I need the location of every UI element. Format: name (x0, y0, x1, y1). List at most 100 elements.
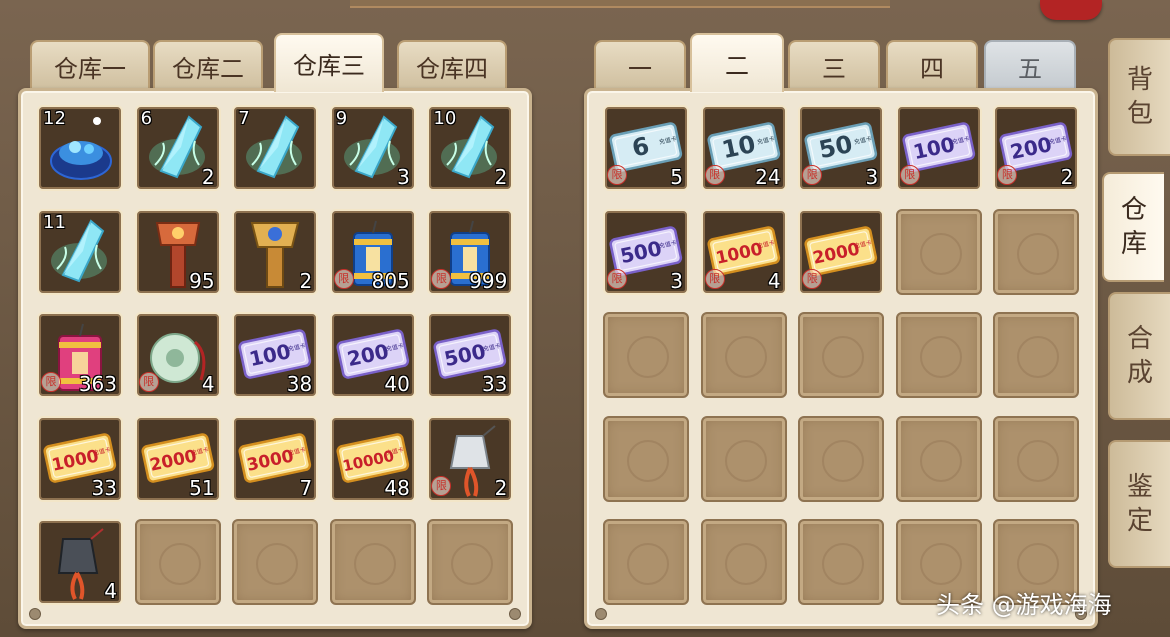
item-quantity: 33 (91, 475, 117, 500)
item-quantity: 95 (189, 268, 215, 293)
inventory-slot[interactable]: 12 (37, 105, 123, 191)
tab-page-2[interactable]: 二 (690, 33, 784, 92)
inventory-slot[interactable]: 100 充值卡 限 (895, 105, 982, 191)
item-quantity: 33 (481, 372, 508, 396)
tab-warehouse-3[interactable]: 仓库三 (274, 33, 384, 92)
item-quantity: 2 (201, 165, 215, 189)
inventory-slot[interactable]: 限 999 (427, 208, 514, 295)
tab-page-3[interactable]: 三 (788, 40, 880, 90)
inventory-slot[interactable]: 7 (232, 105, 319, 191)
bound-seal-icon: 限 (333, 268, 354, 289)
top-frame-decoration (350, 0, 890, 8)
item-level: 10 (433, 108, 457, 129)
empty-slot[interactable] (700, 312, 787, 398)
inventory-slot[interactable]: 10 2 (427, 105, 514, 191)
side-tab-synthesis[interactable]: 合 成 (1108, 292, 1170, 420)
inventory-slot[interactable]: 限 805 (329, 208, 416, 295)
item-quantity: 40 (384, 372, 410, 396)
empty-slot[interactable] (895, 208, 982, 295)
inventory-slot[interactable]: 95 (134, 208, 221, 295)
inventory-slot[interactable]: 6 充值卡 限5 (603, 105, 689, 191)
inventory-slot[interactable]: 限4 (134, 312, 221, 398)
inventory-slot[interactable]: 11 (37, 208, 123, 295)
inventory-slot[interactable]: 2 (232, 208, 319, 295)
bound-seal-icon: 限 (431, 475, 452, 496)
inventory-slot[interactable]: 500 充值卡 限3 (603, 208, 689, 295)
bound-seal-icon: 限 (607, 268, 627, 289)
inventory-slot[interactable]: 10 充值卡 限 24 (700, 105, 787, 191)
inventory-slot[interactable]: 500 充值卡 33 (427, 312, 514, 398)
empty-slot[interactable] (895, 415, 982, 502)
warehouse-grid-panel: 12 62 7 93 10 2 11 95 2 限 805 限 999 限 36… (18, 88, 532, 629)
empty-slot[interactable] (232, 519, 319, 605)
tab-page-1[interactable]: 一 (594, 40, 686, 90)
tab-warehouse-2[interactable]: 仓库二 (153, 40, 263, 90)
empty-slot[interactable] (427, 519, 514, 605)
bound-seal-icon: 限 (138, 372, 159, 392)
page-grid-panel: 6 充值卡 限5 10 充值卡 限 24 50 充值卡 限3 100 充值卡 限 … (584, 88, 1098, 629)
empty-slot[interactable] (603, 415, 689, 502)
empty-slot[interactable] (993, 208, 1080, 295)
inventory-slot[interactable]: 62 (134, 105, 221, 191)
item-quantity: 2 (1060, 165, 1074, 189)
close-ribbon-icon[interactable] (1040, 0, 1102, 20)
bound-seal-icon: 限 (802, 268, 823, 289)
item-quantity: 2 (494, 165, 508, 189)
side-tab-char: 鉴 (1126, 472, 1153, 502)
bound-seal-icon: 限 (41, 372, 61, 392)
inventory-slot[interactable]: 200 充值卡 40 (329, 312, 416, 398)
inventory-slot[interactable]: 1000 充值卡 限4 (700, 208, 787, 295)
item-level: 9 (335, 108, 348, 129)
inventory-slot[interactable]: 1000 充值卡 33 (37, 415, 123, 502)
empty-slot[interactable] (329, 519, 416, 605)
item-level: 12 (43, 108, 66, 129)
inventory-slot[interactable]: 50 充值卡 限3 (798, 105, 885, 191)
side-tab-appraise[interactable]: 鉴 定 (1108, 440, 1170, 568)
side-tab-warehouse[interactable]: 仓 库 (1102, 172, 1164, 282)
empty-slot[interactable] (603, 312, 689, 398)
empty-slot[interactable] (993, 415, 1080, 502)
item-level: 11 (43, 211, 66, 233)
tab-page-4[interactable]: 四 (886, 40, 978, 90)
item-quantity: 3 (865, 165, 879, 189)
item-quantity: 5 (670, 165, 683, 189)
inventory-slot[interactable]: 100 充值卡 38 (232, 312, 319, 398)
empty-slot[interactable] (798, 312, 885, 398)
side-tab-backpack[interactable]: 背 包 (1108, 38, 1170, 156)
inventory-slot[interactable]: 4 (37, 519, 123, 605)
tab-page-5[interactable]: 五 (984, 40, 1076, 90)
corner-nail-icon (509, 608, 521, 620)
inventory-slot[interactable]: 10000 充值卡 48 (329, 415, 416, 502)
empty-slot[interactable] (993, 312, 1080, 398)
inventory-slot[interactable]: 2000 充值卡 51 (134, 415, 221, 502)
empty-slot[interactable] (895, 312, 982, 398)
empty-slot[interactable] (798, 519, 885, 605)
item-quantity: 805 (371, 268, 410, 293)
side-tab-char: 合 (1126, 324, 1153, 354)
item-quantity: 3 (397, 165, 410, 189)
empty-slot[interactable] (798, 415, 885, 502)
item-level: 6 (140, 108, 153, 129)
bound-seal-icon: 限 (607, 165, 627, 185)
item-quantity: 3 (670, 268, 683, 293)
item-quantity: 363 (78, 372, 117, 396)
item-quantity: 7 (299, 475, 313, 500)
empty-slot[interactable] (134, 519, 221, 605)
inventory-slot[interactable]: 2000 充值卡 限 (798, 208, 885, 295)
bound-seal-icon: 限 (704, 165, 725, 185)
empty-slot[interactable] (700, 415, 787, 502)
inventory-slot[interactable]: 200 充值卡 限2 (993, 105, 1080, 191)
inventory-slot[interactable]: 93 (329, 105, 416, 191)
side-tab-char: 定 (1126, 506, 1153, 536)
tab-warehouse-1[interactable]: 仓库一 (30, 40, 150, 90)
inventory-slot[interactable]: 限 363 (37, 312, 123, 398)
warehouse-screen: 仓库一 仓库二 仓库三 仓库四 12 62 7 93 10 2 11 95 2 … (0, 0, 1170, 637)
inventory-slot[interactable]: 3000 充值卡 7 (232, 415, 319, 502)
inventory-slot[interactable]: 限2 (427, 415, 514, 502)
item-quantity: 2 (494, 475, 508, 500)
bound-seal-icon: 限 (431, 268, 452, 289)
empty-slot[interactable] (700, 519, 787, 605)
tab-warehouse-4[interactable]: 仓库四 (397, 40, 507, 90)
item-quantity: 48 (384, 475, 410, 500)
empty-slot[interactable] (603, 519, 689, 605)
